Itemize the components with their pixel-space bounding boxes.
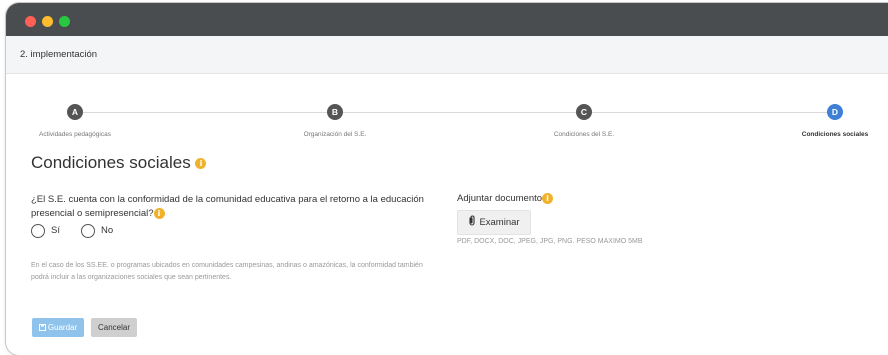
step-b-indicator[interactable]: B	[327, 104, 343, 120]
step-c-label: Condiciones del S.E.	[553, 131, 615, 138]
radio-no-label[interactable]: No	[101, 225, 113, 236]
step-d-indicator[interactable]: D	[827, 104, 843, 120]
allowed-formats: PDF, DOCX, DOC, JPEG, JPG, PNG. PESO MAX…	[457, 238, 643, 245]
step-c-indicator[interactable]: C	[576, 104, 592, 120]
browse-file-button[interactable]: Examinar	[457, 210, 531, 235]
radio-si[interactable]	[31, 224, 45, 238]
floppy-disk-icon	[38, 323, 46, 331]
info-icon[interactable]: i	[542, 193, 554, 204]
info-icon[interactable]: i	[153, 207, 165, 219]
cancel-button[interactable]: Cancelar	[91, 318, 137, 337]
maximize-window-button[interactable]	[59, 16, 70, 27]
section-title: Condiciones sociales i	[31, 153, 207, 173]
page-header: 2. implementación	[6, 36, 888, 74]
step-b-label: Organización del S.E.	[303, 131, 367, 138]
browse-file-label: Examinar	[479, 217, 520, 228]
step-a-indicator[interactable]: A	[67, 104, 83, 120]
radio-no[interactable]	[81, 224, 95, 238]
info-icon[interactable]: i	[195, 158, 207, 170]
section-title-text: Condiciones sociales	[31, 153, 191, 172]
window-titlebar	[6, 3, 888, 39]
attachment-label: Adjuntar documento i	[457, 193, 554, 205]
question-text: ¿El S.E. cuenta con la conformidad de la…	[31, 193, 451, 221]
question-label: ¿El S.E. cuenta con la conformidad de la…	[31, 194, 424, 219]
help-note: En el caso de los SS.EE. o programas ubi…	[31, 262, 423, 281]
step-a-label: Actividades pedagógicas	[39, 131, 111, 138]
paperclip-icon	[469, 215, 475, 226]
stepper-track	[75, 112, 830, 113]
radio-si-label[interactable]: Sí	[51, 225, 60, 236]
attachment-label-text: Adjuntar documento	[457, 193, 543, 205]
page-title: 2. implementación	[20, 49, 98, 60]
step-d-label: Condiciones sociales	[801, 131, 869, 138]
close-window-button[interactable]	[25, 16, 36, 27]
minimize-window-button[interactable]	[42, 16, 53, 27]
save-label: Guardar	[47, 323, 78, 332]
save-button[interactable]: Guardar	[32, 318, 84, 337]
